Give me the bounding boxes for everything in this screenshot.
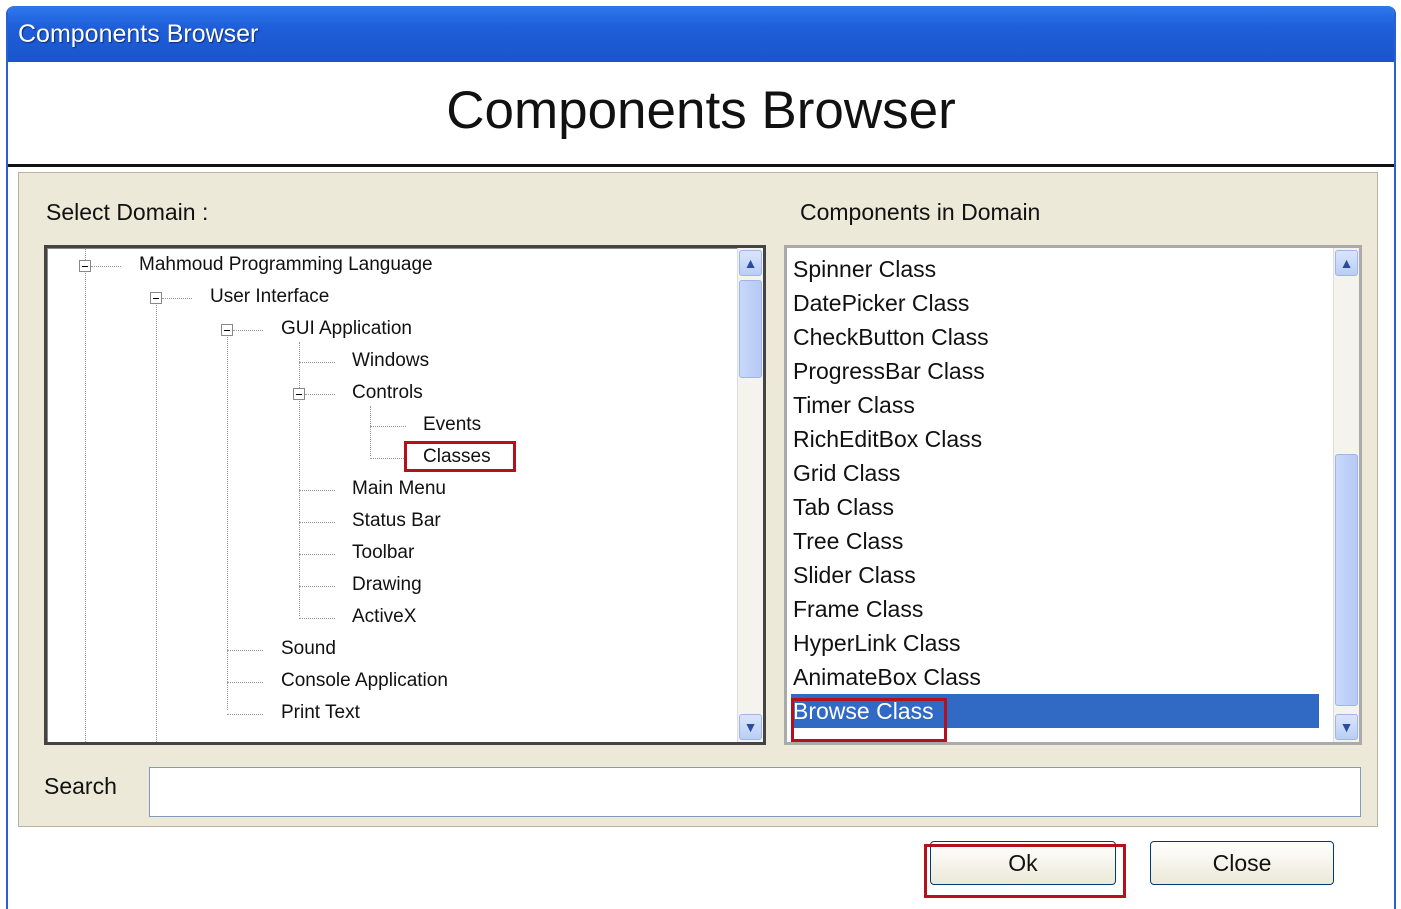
chevron-up-icon[interactable]: ▲: [1335, 250, 1358, 276]
selected-node-highlight: [404, 441, 516, 472]
tree-node-status-bar[interactable]: Status Bar: [352, 510, 441, 532]
list-scroll-thumb[interactable]: [1335, 454, 1358, 706]
components-browser-window: Components Browser Components Browser Se…: [6, 6, 1396, 909]
list-item[interactable]: Grid Class: [791, 456, 1319, 490]
tree-connector: [233, 330, 263, 331]
tree-connector: [156, 294, 157, 742]
select-domain-label: Select Domain :: [46, 199, 209, 225]
tree-node-console-application[interactable]: Console Application: [281, 670, 448, 692]
tree-connector: [370, 426, 406, 427]
tree-connector: [299, 618, 335, 619]
close-button[interactable]: Close: [1150, 841, 1334, 885]
list-item[interactable]: AnimateBox Class: [791, 660, 1319, 694]
tree-node-windows[interactable]: Windows: [352, 350, 429, 372]
tree-node-main-menu[interactable]: Main Menu: [352, 478, 446, 500]
tree-connector: [85, 248, 86, 742]
list-item[interactable]: RichEditBox Class: [791, 422, 1319, 456]
tree-connector: [227, 650, 263, 651]
search-label: Search: [44, 773, 117, 799]
tree-node-events[interactable]: Events: [423, 414, 481, 436]
tree-node-print-text[interactable]: Print Text: [281, 702, 360, 724]
components-in-domain-label: Components in Domain: [800, 199, 1041, 225]
tree-node-activex[interactable]: ActiveX: [352, 606, 416, 628]
chevron-down-icon[interactable]: ▼: [739, 714, 762, 740]
list-item[interactable]: Tree Class: [791, 524, 1319, 558]
collapse-toggle-icon[interactable]: [150, 292, 162, 304]
tree-connector: [299, 522, 335, 523]
title-bar[interactable]: Components Browser: [8, 6, 1394, 62]
main-panel: Select Domain : Components in Domain Mah…: [18, 172, 1378, 827]
list-item[interactable]: CheckButton Class: [791, 320, 1319, 354]
list-item[interactable]: Tab Class: [791, 490, 1319, 524]
list-scrollbar[interactable]: ▲ ▼: [1333, 248, 1359, 742]
tree-connector: [227, 714, 263, 715]
tree-scrollbar[interactable]: ▲ ▼: [737, 248, 763, 742]
tree-connector: [299, 586, 335, 587]
tree-connector: [91, 266, 121, 267]
tree-connector: [162, 298, 192, 299]
tree-node-mahmoud-programming-language[interactable]: Mahmoud Programming Language: [139, 254, 433, 276]
chevron-down-icon[interactable]: ▼: [1335, 714, 1358, 740]
window-title: Components Browser: [18, 20, 259, 48]
tree-node-toolbar[interactable]: Toolbar: [352, 542, 414, 564]
tree-connector: [299, 342, 300, 616]
tree-connector: [370, 458, 406, 459]
list-item[interactable]: Frame Class: [791, 592, 1319, 626]
tree-scroll-thumb[interactable]: [739, 280, 762, 378]
tree-node-controls[interactable]: Controls: [352, 382, 423, 404]
tree-connector: [299, 490, 335, 491]
tree-connector: [370, 406, 371, 456]
list-item[interactable]: Spinner Class: [791, 252, 1319, 286]
header: Components Browser: [8, 62, 1394, 167]
ok-button-highlight: [924, 844, 1126, 898]
list-item[interactable]: Timer Class: [791, 388, 1319, 422]
tree-connector: [227, 682, 263, 683]
tree-connector: [305, 394, 335, 395]
collapse-toggle-icon[interactable]: [221, 324, 233, 336]
collapse-toggle-icon[interactable]: [293, 388, 305, 400]
tree-node-user-interface[interactable]: User Interface: [210, 286, 329, 308]
list-item[interactable]: Slider Class: [791, 558, 1319, 592]
collapse-toggle-icon[interactable]: [79, 260, 91, 272]
list-item[interactable]: DatePicker Class: [791, 286, 1319, 320]
list-item[interactable]: HyperLink Class: [791, 626, 1319, 660]
components-list[interactable]: Spinner Class DatePicker Class CheckButt…: [784, 245, 1362, 745]
tree-connector: [299, 554, 335, 555]
list-item[interactable]: ProgressBar Class: [791, 354, 1319, 388]
search-input[interactable]: [149, 767, 1361, 817]
tree-node-drawing[interactable]: Drawing: [352, 574, 422, 596]
page-title: Components Browser: [446, 81, 956, 140]
tree-node-sound[interactable]: Sound: [281, 638, 336, 660]
domain-tree[interactable]: Mahmoud Programming Language User Interf…: [44, 245, 766, 745]
tree-node-gui-application[interactable]: GUI Application: [281, 318, 412, 340]
selected-item-highlight: [791, 698, 947, 742]
tree-connector: [227, 326, 228, 710]
tree-connector: [299, 362, 335, 363]
chevron-up-icon[interactable]: ▲: [739, 250, 762, 276]
